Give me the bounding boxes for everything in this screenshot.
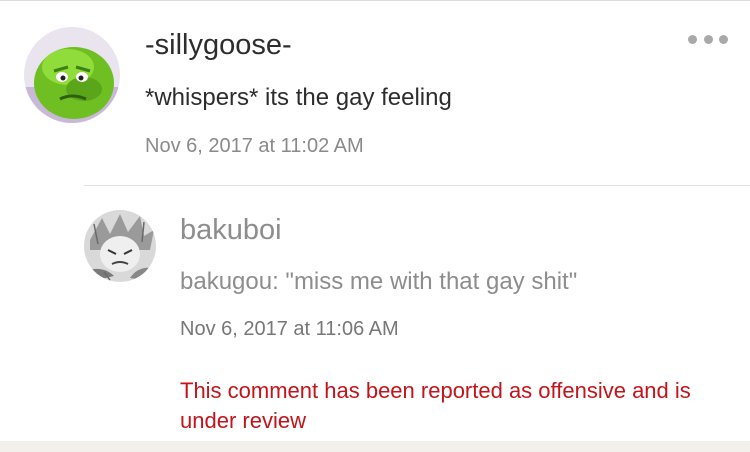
dot bbox=[703, 34, 713, 44]
reply-username[interactable]: bakuboi bbox=[180, 216, 282, 245]
comment-timestamp: Nov 6, 2017 at 11:02 AM bbox=[145, 135, 364, 157]
reply-timestamp: Nov 6, 2017 at 11:06 AM bbox=[180, 318, 399, 340]
report-notice: This comment has been reported as offens… bbox=[180, 378, 691, 433]
bakuboi-avatar[interactable] bbox=[84, 210, 156, 282]
bottom-band bbox=[0, 441, 750, 452]
manga-avatar-icon bbox=[84, 210, 156, 282]
green-cartoon-avatar-icon bbox=[24, 27, 120, 123]
dot bbox=[719, 34, 728, 44]
reply-text: bakugou: "miss me with that gay shit" bbox=[180, 268, 578, 295]
reply-divider bbox=[84, 185, 750, 186]
comment-username[interactable]: -sillygoose- bbox=[145, 31, 292, 60]
sillygoose-avatar[interactable] bbox=[24, 27, 120, 123]
dot bbox=[688, 34, 697, 44]
top-border bbox=[0, 0, 750, 1]
comment-text: *whispers* its the gay feeling bbox=[145, 84, 452, 111]
more-dots-icon[interactable] bbox=[688, 33, 728, 45]
